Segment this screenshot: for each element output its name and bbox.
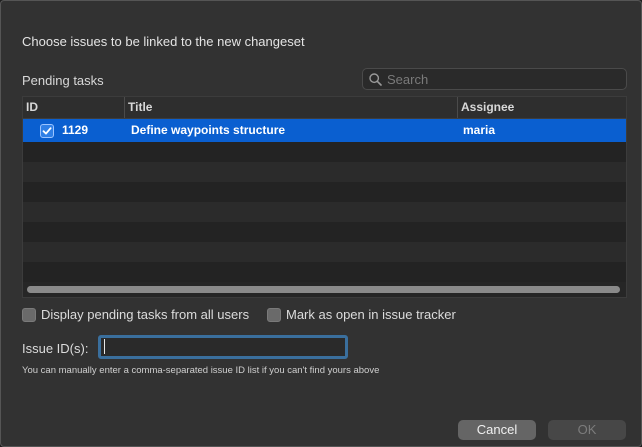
issue-ids-label: Issue ID(s): xyxy=(22,341,89,356)
column-header-id[interactable]: ID xyxy=(23,97,124,118)
search-icon xyxy=(369,72,382,86)
horizontal-scrollbar[interactable] xyxy=(27,286,620,293)
table-header: ID Title Assignee xyxy=(23,97,626,119)
pending-tasks-table: ID Title Assignee 1129 Define waypoints … xyxy=(22,96,627,298)
row-assignee: maria xyxy=(463,123,496,137)
empty-row xyxy=(23,202,626,222)
issue-ids-hint: You can manually enter a comma-separated… xyxy=(22,365,380,376)
empty-row xyxy=(23,262,626,282)
scrollbar-thumb[interactable] xyxy=(27,286,620,293)
pending-tasks-label: Pending tasks xyxy=(22,73,104,88)
display-all-users-checkbox[interactable] xyxy=(22,307,36,322)
dialog-header: Choose issues to be linked to the new ch… xyxy=(22,34,305,49)
checkmark-icon xyxy=(42,127,52,135)
display-all-users-option[interactable]: Display pending tasks from all users xyxy=(22,307,249,322)
issue-ids-input[interactable] xyxy=(98,335,348,359)
row-checkbox[interactable] xyxy=(40,124,54,138)
column-header-assignee[interactable]: Assignee xyxy=(457,97,626,118)
text-caret xyxy=(104,339,105,354)
row-id: 1129 xyxy=(62,123,89,137)
mark-open-label[interactable]: Mark as open in issue tracker xyxy=(286,307,456,322)
empty-row xyxy=(23,222,626,242)
empty-row xyxy=(23,182,626,202)
table-row[interactable]: 1129 Define waypoints structure maria xyxy=(23,119,626,142)
empty-row xyxy=(23,142,626,162)
mark-open-option[interactable]: Mark as open in issue tracker xyxy=(267,307,456,322)
mark-open-checkbox[interactable] xyxy=(267,307,281,322)
display-all-users-label[interactable]: Display pending tasks from all users xyxy=(41,307,249,322)
cancel-button[interactable]: Cancel xyxy=(458,420,536,440)
empty-row xyxy=(23,162,626,182)
link-issues-dialog: Choose issues to be linked to the new ch… xyxy=(0,0,642,447)
empty-row xyxy=(23,242,626,262)
ok-button[interactable]: OK xyxy=(548,420,626,440)
search-input[interactable] xyxy=(387,71,607,87)
search-field[interactable] xyxy=(362,68,627,90)
column-header-title[interactable]: Title xyxy=(124,97,457,118)
row-title: Define waypoints structure xyxy=(131,123,286,137)
